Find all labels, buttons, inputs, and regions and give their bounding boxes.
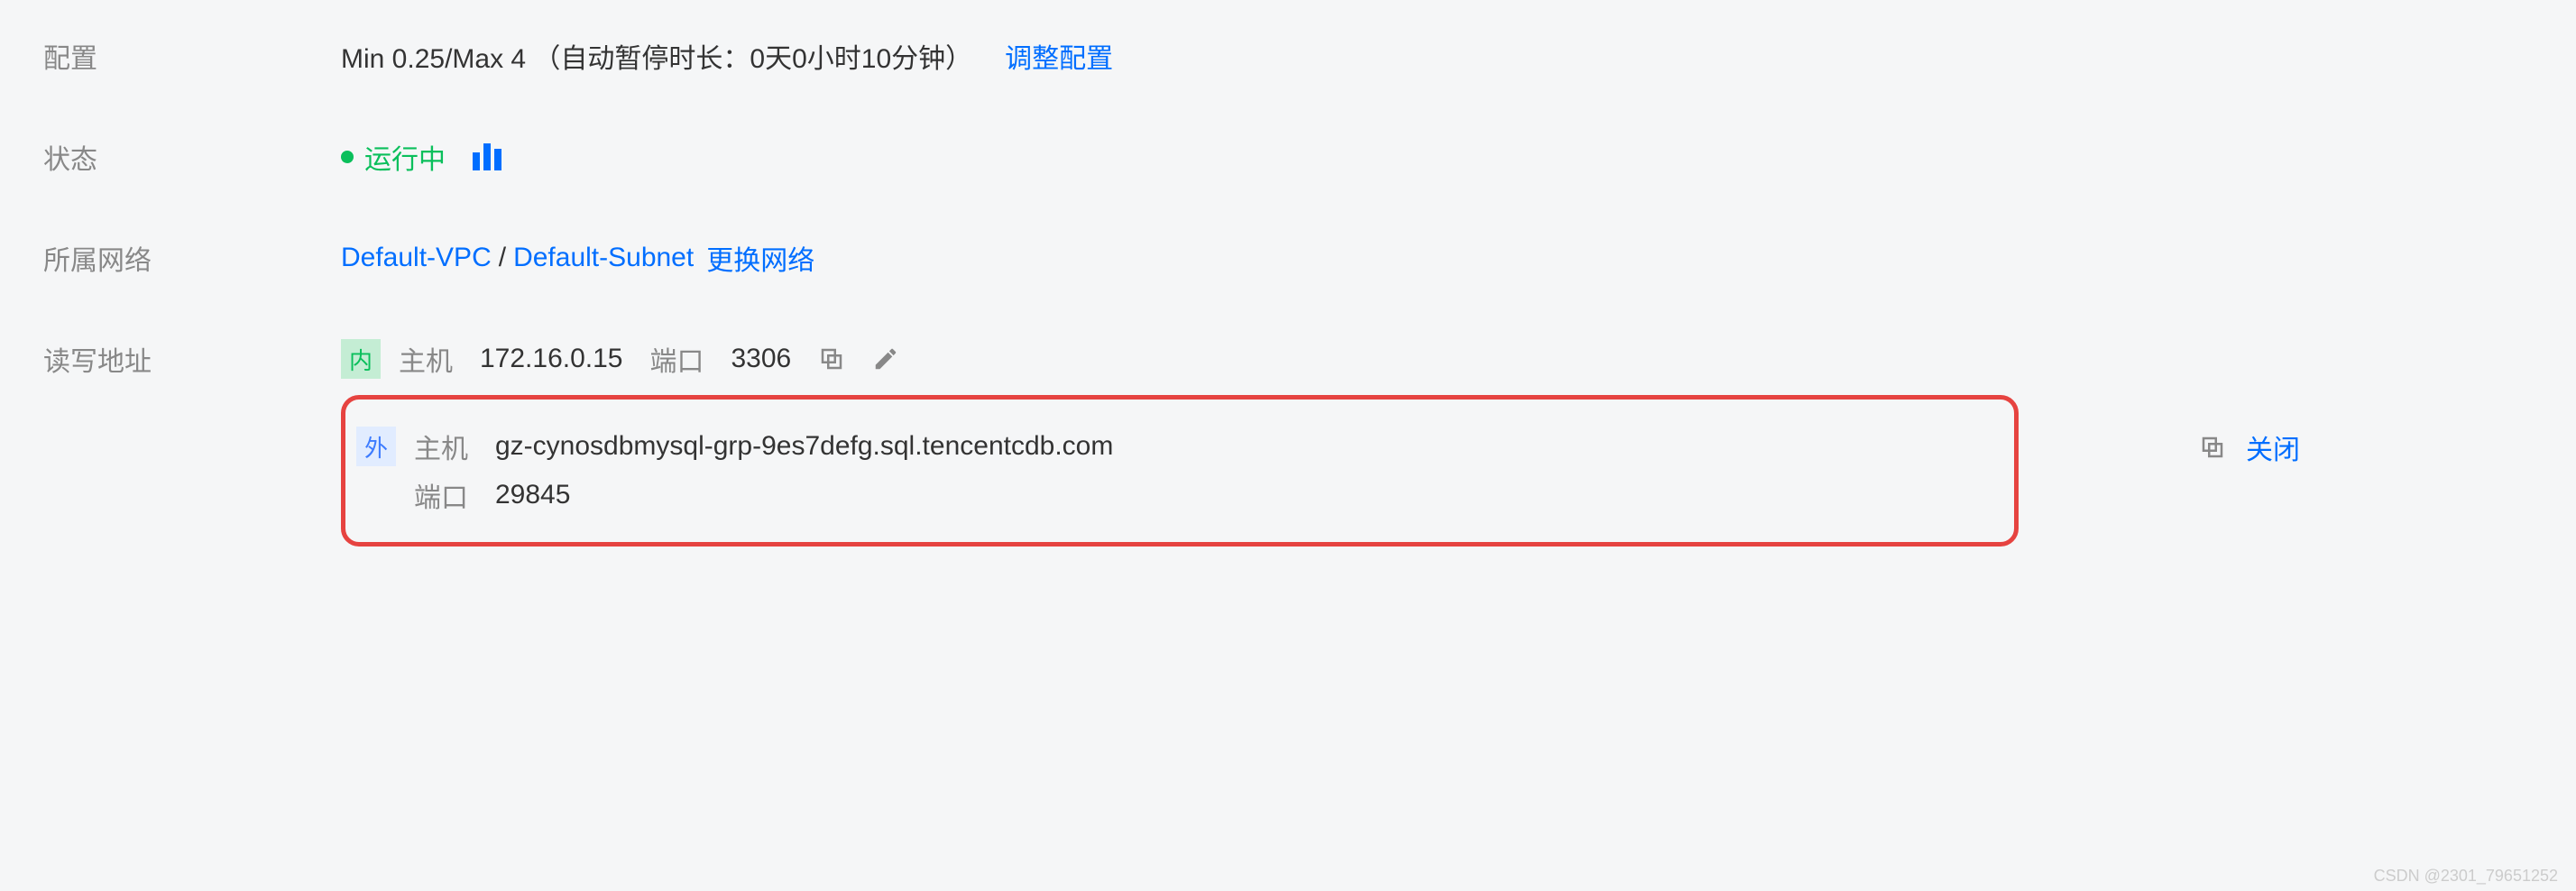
- external-sub: 主机 gz-cynosdbmysql-grp-9es7defg.sql.tenc…: [414, 427, 1113, 515]
- address-block: 内 主机 172.16.0.15 端口 3306 外 主机: [341, 339, 2300, 547]
- config-value-wrap: Min 0.25/Max 4 （自动暂停时长：0天0小时10分钟） 调整配置: [341, 36, 1113, 76]
- external-port-value: 29845: [495, 480, 570, 510]
- external-badge: 外: [356, 427, 396, 466]
- address-row: 读写地址 内 主机 172.16.0.15 端口 3306 外: [43, 339, 2576, 547]
- copy-icon[interactable]: [818, 345, 845, 372]
- network-row: 所属网络 Default-VPC / Default-Subnet 更换网络: [43, 238, 2576, 278]
- internal-kv: 主机 172.16.0.15 端口 3306: [399, 339, 899, 379]
- internal-badge: 内: [341, 339, 381, 379]
- status-text: 运行中: [364, 137, 446, 177]
- status-value-wrap: 运行中: [341, 137, 501, 177]
- copy-external-icon[interactable]: [2199, 434, 2226, 461]
- external-wrap: 外 主机 gz-cynosdbmysql-grp-9es7defg.sql.te…: [341, 395, 2300, 547]
- external-port-line: 端口 29845: [414, 475, 1113, 515]
- vpc-link[interactable]: Default-VPC: [341, 243, 492, 273]
- external-host-label: 主机: [414, 427, 468, 466]
- external-highlight-box: 外 主机 gz-cynosdbmysql-grp-9es7defg.sql.te…: [341, 395, 2019, 547]
- internal-host-label: 主机: [399, 339, 453, 379]
- watermark: CSDN @2301_79651252: [2374, 867, 2558, 886]
- internal-host-value: 172.16.0.15: [480, 344, 622, 374]
- network-value-wrap: Default-VPC / Default-Subnet 更换网络: [341, 238, 814, 278]
- internal-port-value: 3306: [731, 344, 791, 374]
- separator: /: [499, 243, 506, 273]
- external-port-label: 端口: [414, 475, 468, 515]
- status-row: 状态 运行中: [43, 137, 2576, 177]
- external-actions: 关闭: [2199, 395, 2300, 467]
- monitor-chart-icon[interactable]: [473, 143, 501, 170]
- external-host-line: 主机 gz-cynosdbmysql-grp-9es7defg.sql.tenc…: [414, 427, 1113, 466]
- status-dot-icon: [341, 151, 354, 163]
- adjust-config-link[interactable]: 调整配置: [1005, 36, 1113, 76]
- external-host-value: gz-cynosdbmysql-grp-9es7defg.sql.tencent…: [495, 431, 1113, 462]
- internal-port-label: 端口: [649, 339, 704, 379]
- config-value: Min 0.25/Max 4 （自动暂停时长：0天0小时10分钟）: [341, 36, 972, 76]
- config-row: 配置 Min 0.25/Max 4 （自动暂停时长：0天0小时10分钟） 调整配…: [43, 36, 2576, 76]
- subnet-link[interactable]: Default-Subnet: [513, 243, 694, 273]
- address-label: 读写地址: [43, 339, 341, 379]
- close-external-link[interactable]: 关闭: [2246, 427, 2300, 467]
- status-label: 状态: [43, 137, 341, 177]
- internal-address-line: 内 主机 172.16.0.15 端口 3306: [341, 339, 2300, 379]
- config-label: 配置: [43, 36, 341, 76]
- change-network-link[interactable]: 更换网络: [706, 238, 814, 278]
- network-label: 所属网络: [43, 238, 341, 278]
- edit-icon[interactable]: [872, 345, 899, 372]
